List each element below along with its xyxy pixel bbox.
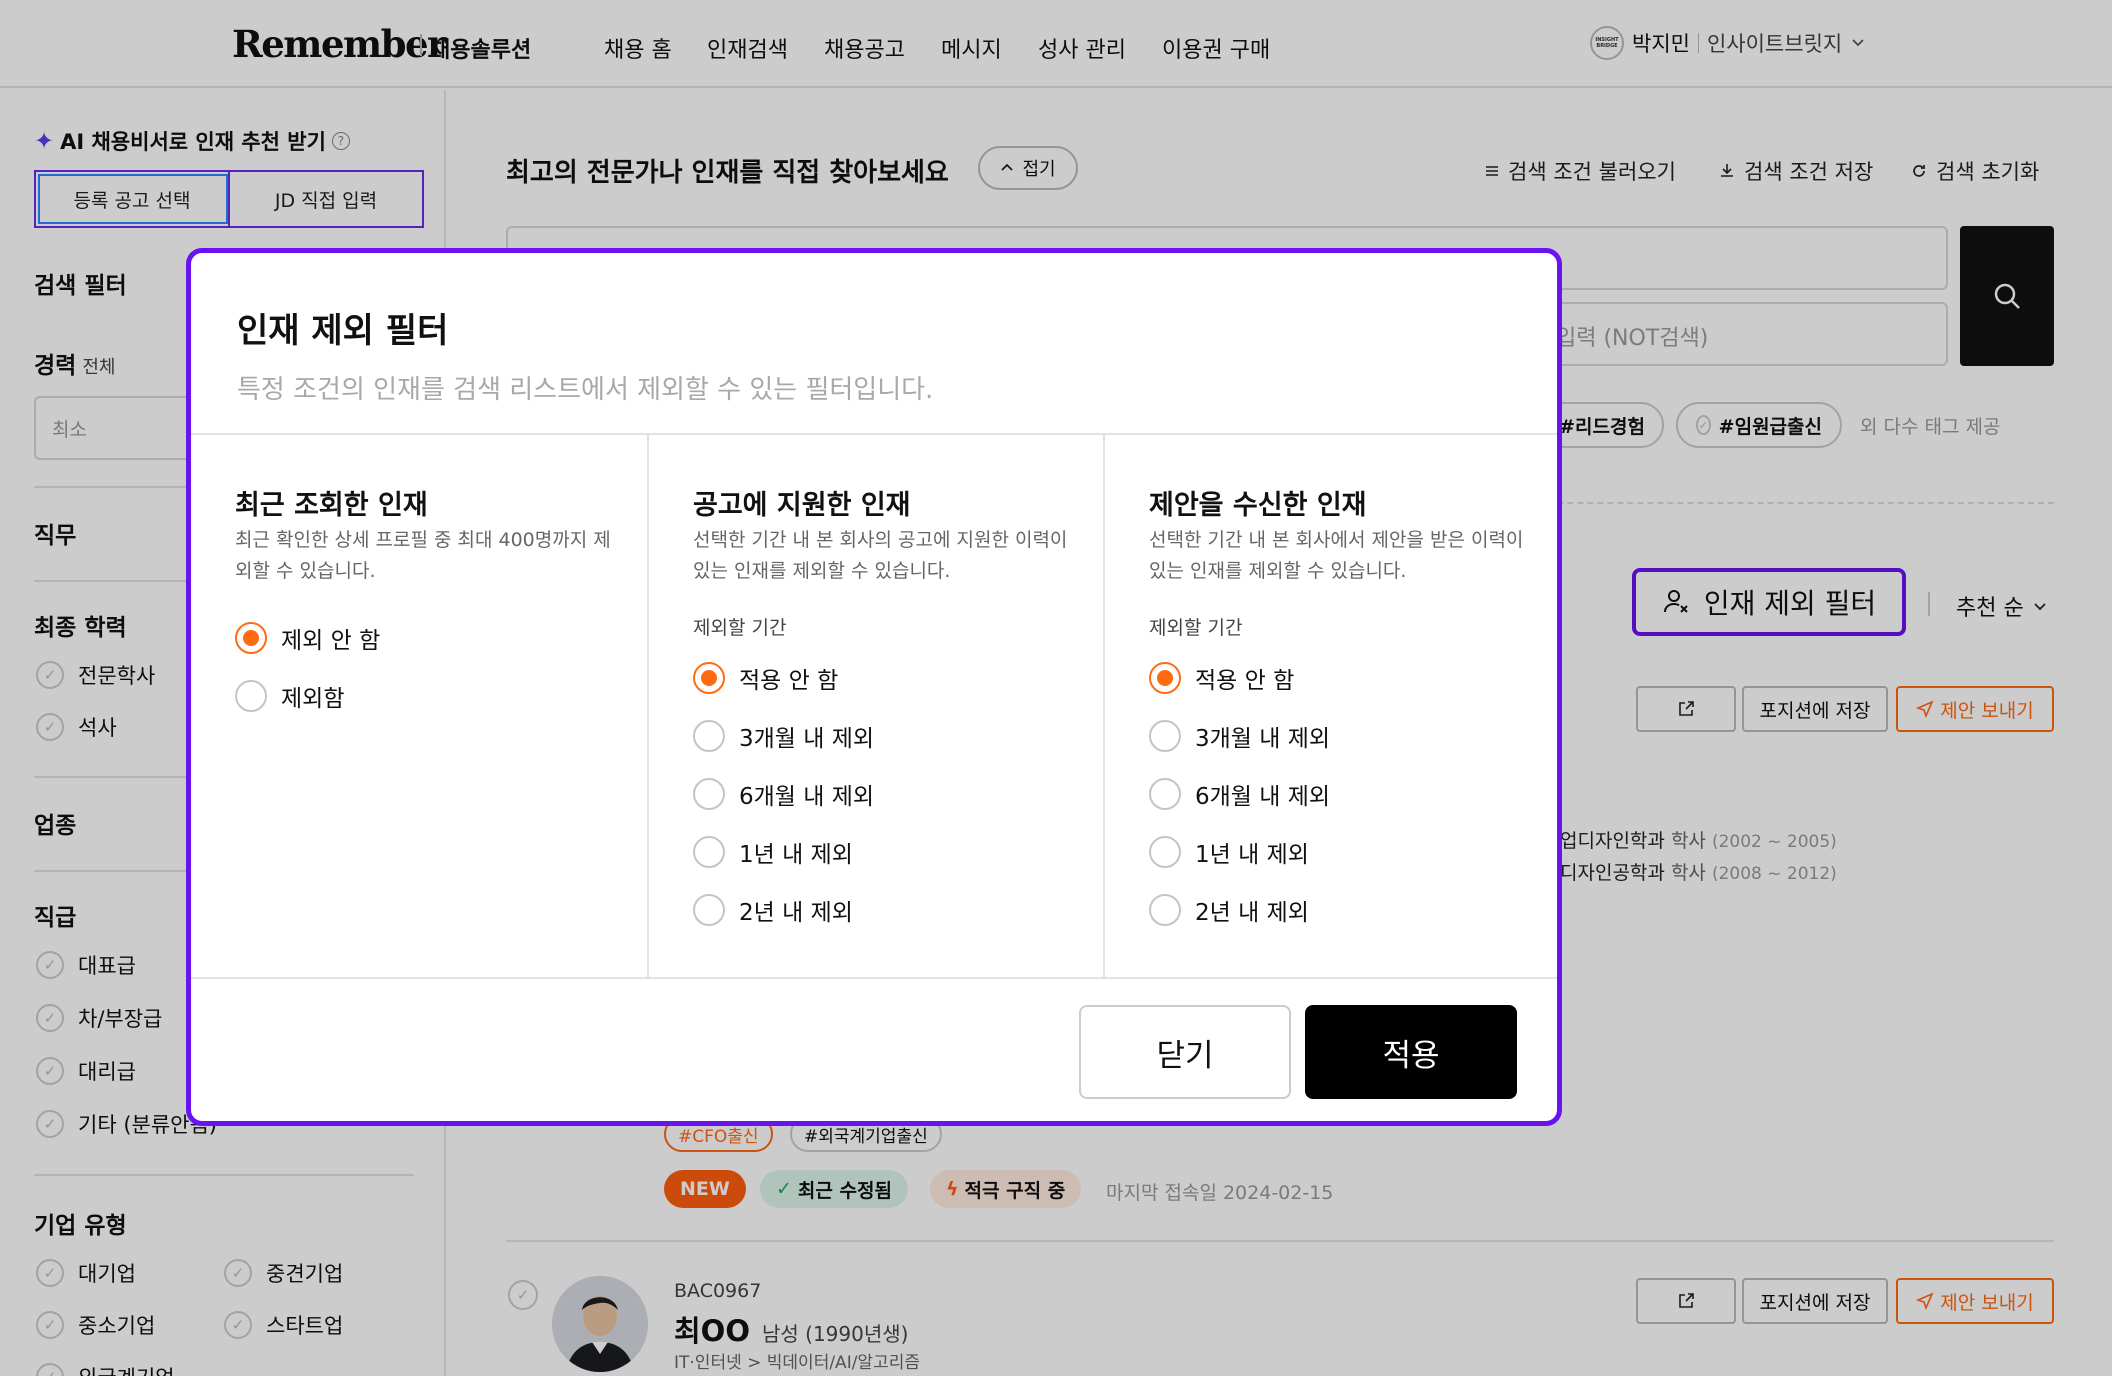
radio-label: 2년 내 제외 [739,900,853,926]
radio-icon [693,720,725,752]
radio-label: 적용 안 함 [1195,668,1295,694]
radio-icon [1149,836,1181,868]
applied-section: 공고에 지원한 인재 선택한 기간 내 본 회사의 공고에 지원한 이력이 있는… [647,435,1103,977]
exclude-filter-modal: 인재 제외 필터 특정 조건의 인재를 검색 리스트에서 제외할 수 있는 필터… [186,248,1562,1126]
radio-icon [693,836,725,868]
section-description: 선택한 기간 내 본 회사의 공고에 지원한 이력이 있는 인재를 제외할 수 … [693,529,1068,582]
close-button[interactable]: 닫기 [1079,1005,1291,1099]
radio-label: 제외함 [281,686,345,712]
radio-selected-icon [693,662,725,694]
radio-option-1-year[interactable]: 1년 내 제외 [1149,835,1309,869]
section-title: 공고에 지원한 인재 [693,490,911,521]
modal-title: 인재 제외 필터 [237,311,449,351]
radio-option-2-years[interactable]: 2년 내 제외 [1149,893,1309,927]
radio-label: 1년 내 제외 [739,842,853,868]
radio-label: 6개월 내 제외 [1195,784,1331,810]
radio-icon [1149,778,1181,810]
radio-option-not-applied[interactable]: 적용 안 함 [693,661,838,695]
radio-icon [693,778,725,810]
radio-option-3-months[interactable]: 3개월 내 제외 [1149,719,1330,753]
period-label: 제외할 기간 [1149,617,1243,639]
recently-viewed-section: 최근 조회한 인재 최근 확인한 상세 프로필 중 최대 400명까지 제외할 … [191,435,647,977]
radio-option-2-years[interactable]: 2년 내 제외 [693,893,853,927]
section-description: 선택한 기간 내 본 회사에서 제안을 받은 이력이 있는 인재를 제외할 수 … [1149,529,1524,582]
radio-label: 6개월 내 제외 [739,784,875,810]
radio-label: 3개월 내 제외 [1195,726,1331,752]
radio-label: 적용 안 함 [739,668,839,694]
radio-selected-icon [1149,662,1181,694]
radio-selected-icon [235,622,267,654]
modal-footer-divider [191,977,1557,979]
radio-icon [1149,720,1181,752]
radio-option-no-exclude[interactable]: 제외 안 함 [235,621,380,655]
apply-button[interactable]: 적용 [1305,1005,1517,1099]
section-title: 최근 조회한 인재 [235,490,428,521]
modal-description: 특정 조건의 인재를 검색 리스트에서 제외할 수 있는 필터입니다. [237,375,934,405]
offer-received-section: 제안을 수신한 인재 선택한 기간 내 본 회사에서 제안을 받은 이력이 있는… [1103,435,1557,977]
radio-option-not-applied[interactable]: 적용 안 함 [1149,661,1294,695]
radio-option-3-months[interactable]: 3개월 내 제외 [693,719,874,753]
radio-label: 제외 안 함 [281,628,381,654]
radio-option-6-months[interactable]: 6개월 내 제외 [1149,777,1330,811]
radio-label: 3개월 내 제외 [739,726,875,752]
period-label: 제외할 기간 [693,617,787,639]
section-description: 최근 확인한 상세 프로필 중 최대 400명까지 제외할 수 있습니다. [235,529,611,582]
radio-option-1-year[interactable]: 1년 내 제외 [693,835,853,869]
radio-label: 2년 내 제외 [1195,900,1309,926]
radio-icon [235,680,267,712]
section-title: 제안을 수신한 인재 [1149,490,1367,521]
radio-label: 1년 내 제외 [1195,842,1309,868]
radio-icon [693,894,725,926]
radio-option-6-months[interactable]: 6개월 내 제외 [693,777,874,811]
radio-icon [1149,894,1181,926]
radio-option-exclude[interactable]: 제외함 [235,679,344,713]
